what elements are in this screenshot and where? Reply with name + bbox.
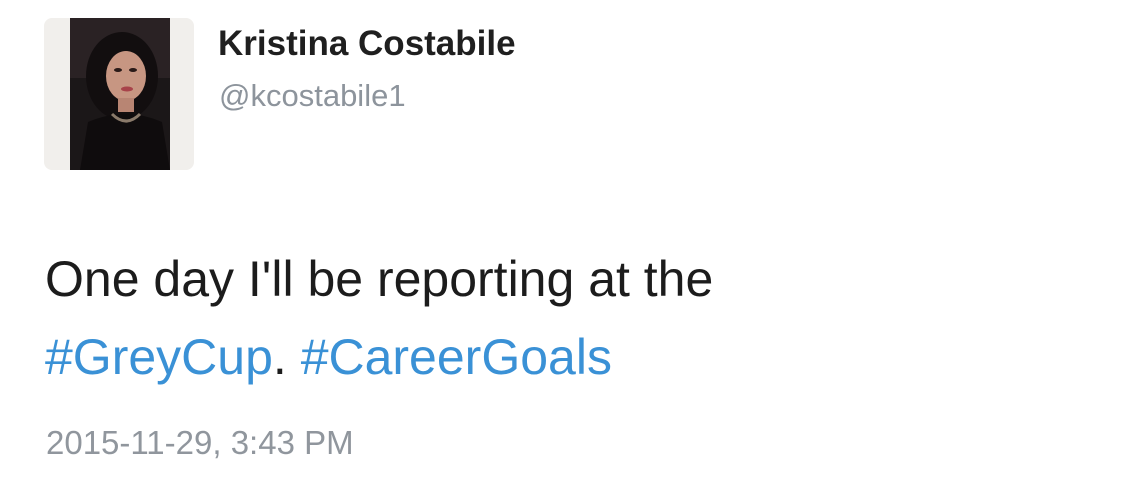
user-handle[interactable]: @kcostabile1: [219, 78, 406, 114]
hashtag-careergoals-link[interactable]: #CareerGoals: [301, 329, 612, 385]
tweet-text: One day I'll be reporting at the #GreyCu…: [45, 240, 1105, 396]
display-name[interactable]: Kristina Costabile: [218, 24, 516, 64]
tweet-text-separator: .: [272, 329, 301, 385]
tweet-card: Kristina Costabile @kcostabile1 One day …: [0, 0, 1125, 494]
tweet-hashtag-line: #GreyCup. #CareerGoals: [45, 318, 1105, 396]
profile-photo: [70, 18, 170, 170]
hashtag-greycup-link[interactable]: #GreyCup: [45, 329, 273, 385]
avatar[interactable]: [44, 18, 194, 170]
tweet-text-line: One day I'll be reporting at the: [45, 251, 714, 307]
tweet-timestamp[interactable]: 2015-11-29, 3:43 PM: [46, 424, 354, 462]
